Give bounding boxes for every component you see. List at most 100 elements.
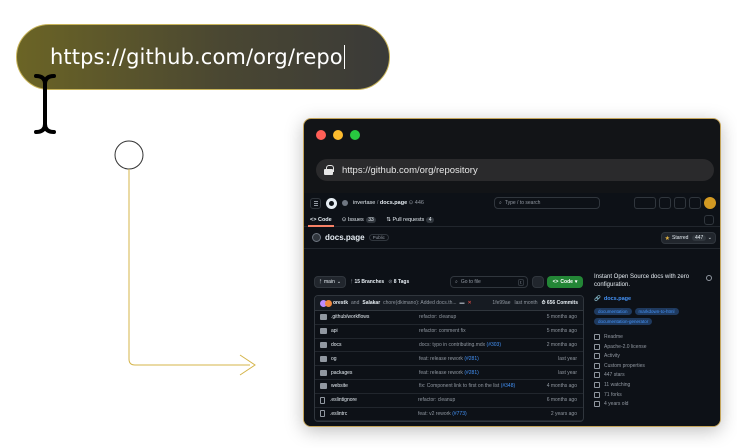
readme-link[interactable]: Readme (594, 334, 714, 340)
repo-tabs: <> Code ⊙ Issues 33 ⇅ Pull requests 4 (304, 213, 720, 227)
tab-pull-requests[interactable]: ⇅ Pull requests 4 (386, 216, 435, 223)
visibility-badge: Public (368, 234, 389, 241)
forks-link[interactable]: 71 forks (594, 391, 714, 398)
about-description: Instant Open Source docs with zero confi… (594, 274, 690, 288)
go-to-file-input[interactable]: ⌕ Go to file t (450, 276, 528, 288)
github-header: invertase / docs.page ⊙ 446 ⌕ Type / to … (304, 193, 720, 213)
breadcrumb-repo[interactable]: docs.page (380, 200, 407, 206)
topic-tag[interactable]: markdown-to-html (634, 308, 679, 315)
branches-link[interactable]: ᚠ 15 Branches (350, 279, 384, 285)
website-link[interactable]: 🔗 docs.page (594, 296, 714, 302)
commit-author-1[interactable]: orestk (333, 300, 348, 306)
issues-icon[interactable] (659, 197, 671, 209)
menu-icon[interactable] (310, 197, 321, 209)
repo-title-bar: docs.page Public ★ Starred 447 ⌄ (304, 227, 720, 249)
global-search-input[interactable]: ⌕ Type / to search (494, 197, 600, 209)
file-icon (320, 410, 325, 418)
repo-avatar (312, 233, 321, 242)
inbox-icon[interactable] (689, 197, 701, 209)
issue-icon: ⊙ (341, 216, 347, 223)
folder-icon (320, 369, 327, 376)
topic-tag[interactable]: documentation (594, 308, 632, 315)
commit-and: and (351, 300, 360, 306)
file-icon (320, 396, 325, 404)
latest-commit-row: orestk and Salakar chore(dkimano): Added… (315, 296, 583, 311)
file-row[interactable]: og feat: release rework (#281) last year (315, 352, 583, 367)
address-bar[interactable]: https://github.com/org/repository (316, 159, 714, 181)
eye-icon (594, 381, 600, 388)
folder-icon (320, 341, 327, 348)
issues-count: 33 (365, 216, 377, 223)
commit-avatars (320, 299, 332, 307)
breadcrumb: invertase / docs.page ⊙ 446 (353, 200, 424, 206)
connector-arrow (114, 140, 256, 376)
user-avatar[interactable] (704, 197, 716, 209)
calendar-icon (594, 401, 600, 408)
ellipsis-icon[interactable]: ▬ (460, 300, 465, 306)
maximize-window-icon[interactable] (350, 130, 360, 140)
file-row[interactable]: api refactor: comment fix 5 months ago (315, 325, 583, 339)
fork-icon (594, 391, 600, 398)
breadcrumb-separator: / (376, 200, 379, 206)
tags-link[interactable]: ⊘ 8 Tags (388, 279, 409, 285)
chevron-down-icon: ⌄ (336, 279, 342, 285)
commit-message[interactable]: chore(dkimano): Added docs.th... (383, 300, 456, 306)
watching-link[interactable]: 11 watching (594, 381, 714, 388)
star-icon (594, 372, 600, 379)
add-file-button[interactable] (532, 276, 544, 288)
search-placeholder: Type / to search (504, 200, 541, 206)
topic-tag[interactable]: documentation-generator (594, 318, 653, 325)
code-button[interactable]: <> Code ▾ (547, 276, 583, 288)
stars-link[interactable]: 447 stars (594, 372, 714, 379)
breadcrumb-owner[interactable]: invertase (353, 200, 375, 206)
address-bar-url: https://github.com/org/repository (342, 164, 478, 176)
tab-issues[interactable]: ⊙ Issues 33 (341, 216, 377, 223)
close-window-icon[interactable] (316, 130, 326, 140)
file-row[interactable]: packages feat: release rework (#281) last … (315, 366, 583, 380)
age-info: 4 years old (594, 401, 714, 408)
pull-requests-count: 4 (426, 216, 435, 223)
commit-hash[interactable]: 1fe99ae (492, 300, 510, 306)
star-icon: ★ (664, 235, 671, 242)
more-tabs-button[interactable] (704, 215, 714, 225)
repo-name[interactable]: docs.page (325, 233, 365, 242)
minimize-window-icon[interactable] (333, 130, 343, 140)
activity-link[interactable]: Activity (594, 353, 714, 360)
book-icon (594, 334, 600, 340)
tab-code[interactable]: <> Code (308, 216, 334, 227)
chevron-down-icon: ⌄ (707, 235, 712, 241)
file-row[interactable]: docs docs: typo in contributing.mdx (#303… (315, 339, 583, 353)
text-cursor-icon (34, 74, 56, 134)
owner-avatar (342, 200, 348, 206)
file-row[interactable]: .eslintignore refactor: cleanup 6 months a… (315, 394, 583, 408)
starred-button[interactable]: ★ Starred 447 ⌄ (660, 232, 716, 244)
folder-icon (320, 355, 327, 362)
repo-meta: Readme Apache-2.0 license Activity Custo… (594, 334, 714, 408)
search-icon: ⌕ (455, 279, 458, 285)
url-input-text: https://github.com/org/repo (50, 45, 343, 69)
file-row[interactable]: .eslintrc feat: v2 rework (#773) 2 years a… (315, 408, 583, 422)
commit-author-2[interactable]: Salakar (362, 300, 380, 306)
pull-requests-icon[interactable] (674, 197, 686, 209)
folder-icon (320, 328, 327, 335)
lock-icon (324, 165, 334, 175)
url-input-pill[interactable]: https://github.com/org/repo (16, 24, 390, 90)
commits-link[interactable]: ⏱ 656 Commits (542, 300, 578, 306)
github-logo-icon[interactable] (326, 197, 337, 209)
code-icon: <> (310, 216, 317, 223)
pull-request-icon: ⇅ (386, 216, 391, 223)
gear-icon[interactable] (706, 275, 712, 281)
file-table: orestk and Salakar chore(dkimano): Added… (314, 295, 584, 423)
file-row[interactable]: .github/workflows refactor: cleanup 5 mont… (315, 311, 583, 325)
branch-select[interactable]: ᚠ main ⌄ (314, 276, 347, 288)
license-link[interactable]: Apache-2.0 license (594, 343, 714, 350)
create-new-button[interactable] (634, 197, 656, 209)
file-row[interactable]: website fix: Component link to first on t… (315, 380, 583, 394)
repo-body: ᚠ main ⌄ ᚠ 15 Branches ⊘ 8 Tags ⌕ Go to fi… (304, 269, 720, 426)
scale-icon (594, 343, 600, 350)
star-count: 447 (692, 235, 706, 241)
header-actions (634, 197, 716, 209)
custom-properties-link[interactable]: Custom properties (594, 362, 714, 369)
folder-icon (320, 383, 327, 390)
link-icon: 🔗 (594, 296, 601, 302)
